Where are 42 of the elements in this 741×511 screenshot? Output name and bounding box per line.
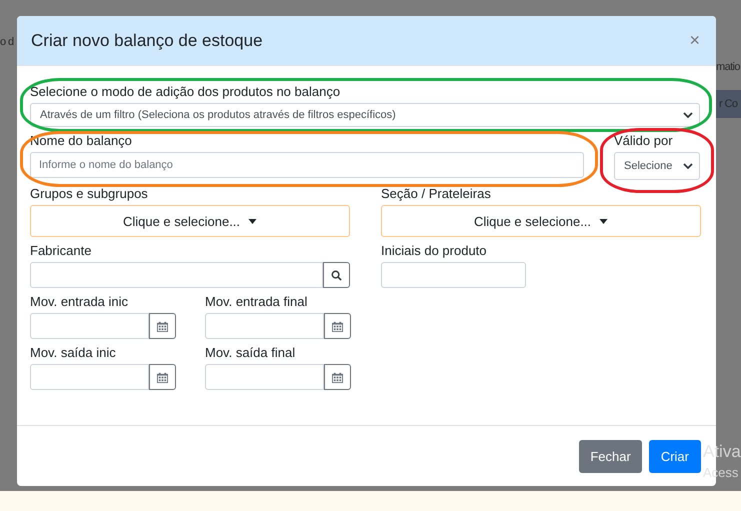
calendar-button[interactable] <box>324 364 351 390</box>
field-label: Válido por <box>614 133 674 148</box>
calendar-icon <box>157 320 168 332</box>
search-icon <box>331 270 342 280</box>
field-label: Mov. saída final <box>205 345 296 360</box>
calendar-button[interactable] <box>149 364 176 390</box>
date-field[interactable] <box>205 364 324 390</box>
chevron-icon <box>683 112 693 118</box>
field-label: Mov. entrada inic <box>30 294 130 309</box>
dialog-title: Criar novo balanço de estoque <box>31 30 263 50</box>
calendar-icon <box>332 372 343 382</box>
sections-dropdown[interactable]: Clique e selecione... <box>381 205 701 237</box>
calendar-icon <box>332 320 343 332</box>
field-label: Iniciais do produto <box>381 243 488 258</box>
date-field[interactable] <box>30 313 149 339</box>
validity-select[interactable]: Selecione <box>614 152 700 180</box>
chevron-icon <box>683 163 693 169</box>
close-button[interactable]: × <box>689 30 700 51</box>
calendar-button[interactable] <box>149 313 176 339</box>
field-label: Mov. saída inic <box>30 345 117 360</box>
field-label: Fabricante <box>30 243 92 258</box>
caret-icon <box>248 218 258 224</box>
create-button[interactable]: Criar <box>648 440 701 472</box>
field-label: Grupos e subgrupos <box>30 186 149 201</box>
date-field[interactable] <box>30 364 149 390</box>
background-text: matio <box>716 61 740 73</box>
background-text: r Co <box>719 98 738 110</box>
field-label: Selecione o modo de adição dos produtos no balanço <box>30 84 342 99</box>
initials-field[interactable] <box>381 262 526 288</box>
close-button[interactable]: Fechar <box>579 440 642 472</box>
manufacturer-field[interactable] <box>30 262 323 288</box>
mode-select[interactable]: Através de um filtro (Seleciona os produtos através de filtros específicos) <box>30 103 700 127</box>
search-button[interactable] <box>323 262 350 288</box>
groups-dropdown[interactable]: Clique e selecione... <box>30 205 350 237</box>
calendar-button[interactable] <box>324 313 351 339</box>
date-field[interactable] <box>205 313 324 339</box>
field-label: Seção / Prateleiras <box>381 186 492 201</box>
caret-icon <box>599 218 608 224</box>
field-label: Mov. entrada final <box>205 294 308 309</box>
name-field[interactable]: Informe o nome do balanço <box>30 152 584 178</box>
background-text: o d <box>0 36 14 48</box>
calendar-icon <box>157 372 168 382</box>
